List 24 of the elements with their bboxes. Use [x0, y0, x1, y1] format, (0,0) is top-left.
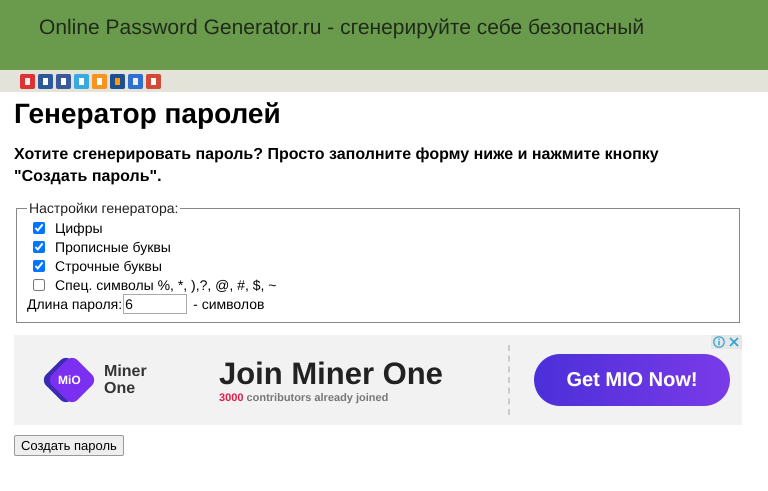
option-checkbox[interactable]: [33, 278, 45, 290]
length-suffix: - символов: [193, 296, 264, 312]
option-checkbox[interactable]: [33, 222, 45, 234]
logo-name: Miner One: [104, 363, 148, 397]
intro-text: Хотите сгенерировать пароль? Просто заполните форму ниже и нажмите кнопку "Создать пароль".: [14, 145, 660, 187]
ad-title: Join Miner One: [219, 356, 444, 392]
option-label: Спец. символы %, *, ),?, @, #, $, ~: [55, 276, 276, 292]
close-icon[interactable]: [728, 336, 740, 348]
option-label: Строчные буквы: [55, 258, 162, 274]
info-icon[interactable]: [713, 336, 725, 348]
ad-subtitle: contributors already joined: [246, 392, 388, 404]
option-label: Цифры: [55, 220, 103, 236]
settings-legend: Настройки генератора:: [27, 200, 180, 216]
option-checkbox[interactable]: [33, 240, 45, 252]
length-field[interactable]: 6: [123, 294, 188, 314]
length-label: Длина пароля:: [27, 296, 122, 312]
cta-button[interactable]: Get MIO Now!: [534, 354, 730, 406]
logo-text: MiO: [58, 372, 81, 388]
option-checkbox[interactable]: [33, 260, 45, 272]
site-title: Online Password Generator.ru - сгенерируйте себе безопасный: [39, 16, 644, 40]
option-label: Прописные буквы: [55, 238, 171, 254]
contributor-count: 3000: [219, 392, 244, 404]
create-password-button[interactable]: Создать пароль: [14, 435, 124, 456]
page-heading: Генератор паролей: [14, 98, 282, 130]
